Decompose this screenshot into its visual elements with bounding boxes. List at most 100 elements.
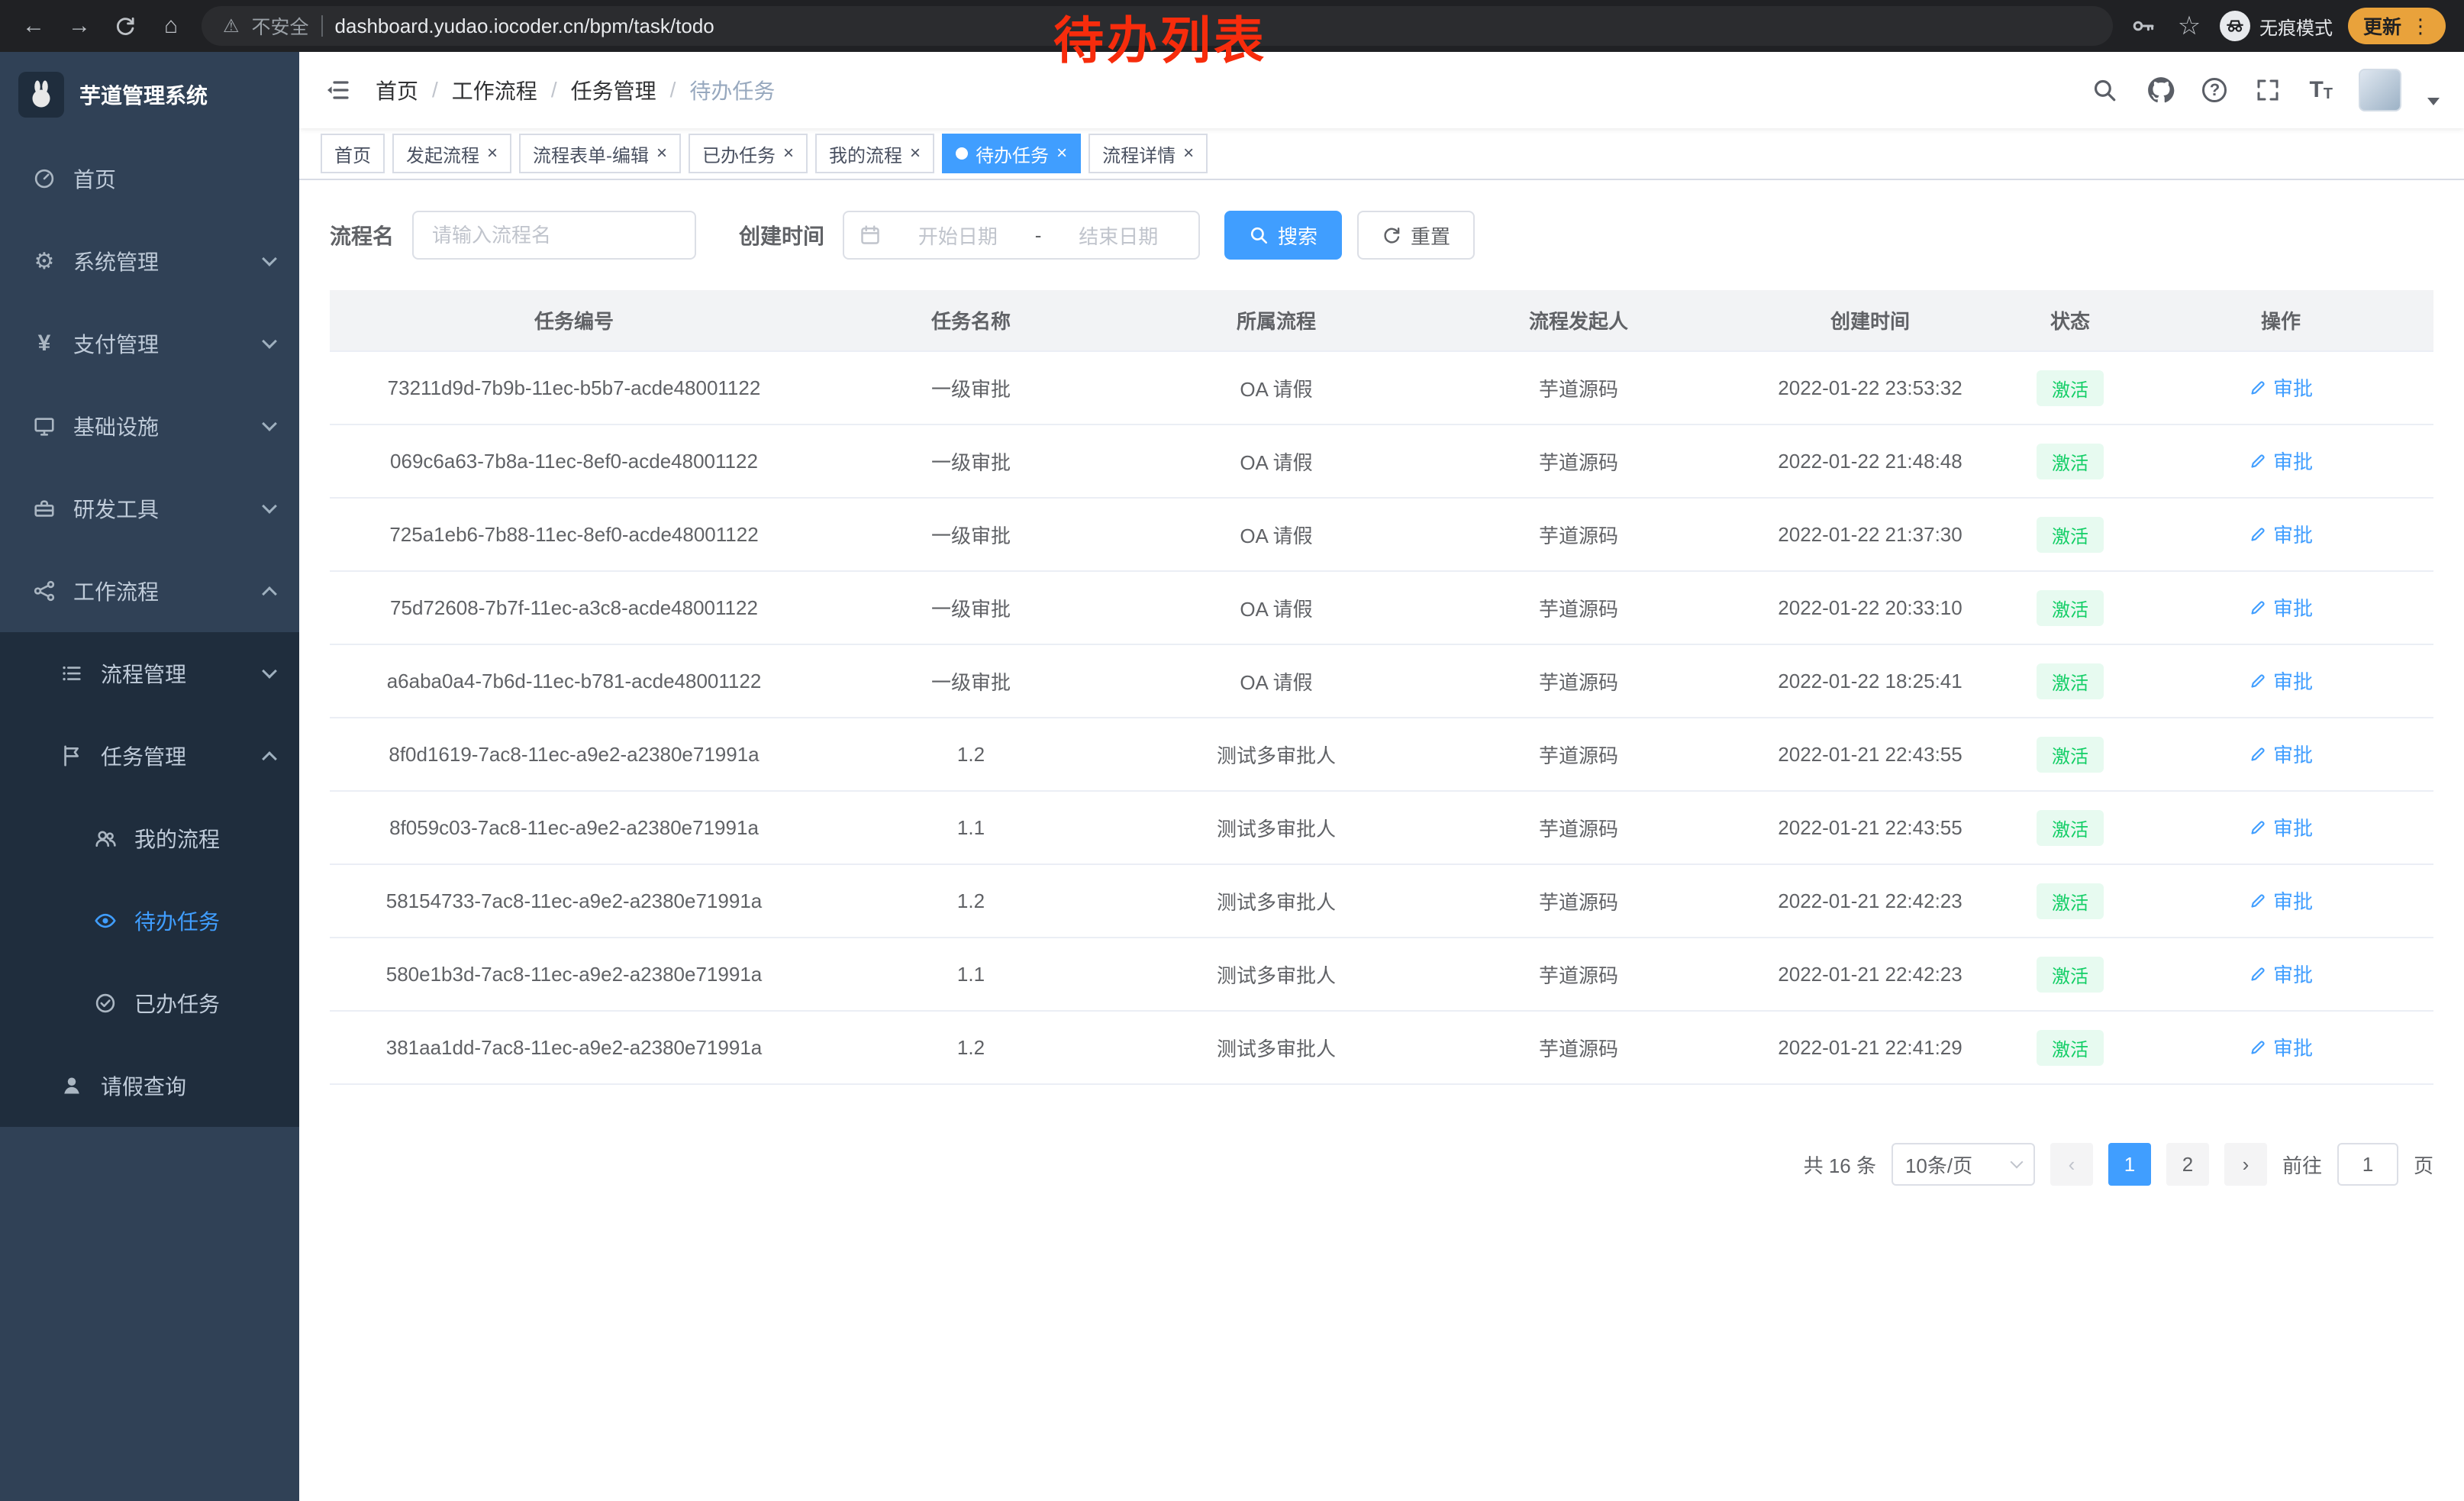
tab-label: 流程详情 <box>1102 140 1176 167</box>
user-icon <box>58 1074 85 1097</box>
cell-task-name: 一级审批 <box>818 644 1124 718</box>
update-button[interactable]: 更新 ⋮ <box>2348 8 2446 44</box>
app-logo[interactable]: 芋道管理系统 <box>0 52 299 137</box>
sidebar-item-done-tasks[interactable]: 已办任务 <box>0 962 299 1044</box>
address-divider <box>321 15 323 37</box>
approve-link[interactable]: 审批 <box>2249 667 2313 695</box>
close-icon[interactable]: × <box>910 143 921 164</box>
breadcrumb-task-management[interactable]: 任务管理 <box>571 75 656 105</box>
breadcrumb-home[interactable]: 首页 <box>376 75 418 105</box>
close-icon[interactable]: × <box>487 143 498 164</box>
goto-label: 前往 <box>2282 1151 2322 1179</box>
tab-process-detail[interactable]: 流程详情 × <box>1088 134 1208 173</box>
cell-process: 测试多审批人 <box>1124 791 1429 864</box>
column-header-status: 状态 <box>2012 290 2128 351</box>
sidebar-toggle-icon[interactable] <box>324 78 351 102</box>
key-icon[interactable] <box>2128 11 2159 41</box>
close-icon[interactable]: × <box>1183 143 1194 164</box>
tab-done-tasks[interactable]: 已办任务 × <box>689 134 808 173</box>
approve-link[interactable]: 审批 <box>2249 813 2313 841</box>
sidebar-item-process-management[interactable]: 流程管理 <box>0 632 299 715</box>
tab-home[interactable]: 首页 <box>321 134 385 173</box>
back-icon[interactable]: ← <box>18 11 49 41</box>
tab-start-process[interactable]: 发起流程 × <box>392 134 511 173</box>
approve-link[interactable]: 审批 <box>2249 886 2313 915</box>
approve-link-label: 审批 <box>2273 813 2313 841</box>
goto-page-input[interactable] <box>2337 1143 2398 1186</box>
page-button-2[interactable]: 2 <box>2166 1143 2209 1186</box>
search-icon[interactable] <box>2089 75 2120 105</box>
approve-link[interactable]: 审批 <box>2249 520 2313 548</box>
approve-link[interactable]: 审批 <box>2249 593 2313 621</box>
page-size-value: 10条/页 <box>1905 1151 1972 1179</box>
sidebar-item-home[interactable]: 首页 <box>0 137 299 220</box>
sidebar-item-label: 待办任务 <box>134 905 220 936</box>
home-icon[interactable]: ⌂ <box>156 11 186 41</box>
sidebar-item-leave-query[interactable]: 请假查询 <box>0 1044 299 1127</box>
breadcrumb-workflow[interactable]: 工作流程 <box>452 75 537 105</box>
cell-process: OA 请假 <box>1124 424 1429 498</box>
github-icon[interactable] <box>2146 75 2176 105</box>
filter-bar: 流程名 创建时间 开始日期 - 结束日期 搜索 重置 <box>330 211 2433 260</box>
approve-link[interactable]: 审批 <box>2249 373 2313 402</box>
browser-menu-icon[interactable]: ⋮ <box>2411 15 2430 38</box>
approve-link[interactable]: 审批 <box>2249 740 2313 768</box>
search-button[interactable]: 搜索 <box>1224 211 1342 260</box>
sidebar-item-workflow[interactable]: 工作流程 <box>0 550 299 632</box>
breadcrumb: 首页 / 工作流程 / 任务管理 / 待办任务 <box>376 75 775 105</box>
page-size-select[interactable]: 10条/页 <box>1892 1143 2035 1186</box>
cell-created: 2022-01-21 22:41:29 <box>1728 1011 2012 1084</box>
edit-icon <box>2249 892 2267 910</box>
column-header-created: 创建时间 <box>1728 290 2012 351</box>
create-time-label: 创建时间 <box>739 220 824 250</box>
sidebar-item-label: 流程管理 <box>101 658 186 689</box>
sidebar-item-payment[interactable]: ¥ 支付管理 <box>0 302 299 385</box>
reset-button[interactable]: 重置 <box>1357 211 1475 260</box>
prev-page-button[interactable]: ‹ <box>2050 1143 2093 1186</box>
help-icon[interactable]: ? <box>2202 78 2227 102</box>
sidebar-item-system[interactable]: ⚙ 系统管理 <box>0 220 299 302</box>
cell-initiator: 芋道源码 <box>1429 351 1728 424</box>
avatar-caret-icon[interactable] <box>2427 98 2440 105</box>
next-page-button[interactable]: › <box>2224 1143 2267 1186</box>
cell-initiator: 芋道源码 <box>1429 938 1728 1011</box>
close-icon[interactable]: × <box>1056 143 1067 164</box>
tab-process-form-edit[interactable]: 流程表单-编辑 × <box>519 134 681 173</box>
search-icon <box>1249 225 1269 245</box>
process-name-input[interactable] <box>412 211 696 260</box>
close-icon[interactable]: × <box>656 143 667 164</box>
yen-icon: ¥ <box>31 331 58 357</box>
pagination: 共 16 条 10条/页 ‹ 1 2 › 前往 页 <box>330 1143 2433 1186</box>
reload-icon[interactable] <box>110 11 140 41</box>
cell-task-id: 8f059c03-7ac8-11ec-a9e2-a2380e71991a <box>330 791 818 864</box>
approve-link[interactable]: 审批 <box>2249 960 2313 988</box>
sidebar-item-label: 基础设施 <box>73 411 159 441</box>
cell-task-id: 069c6a63-7b8a-11ec-8ef0-acde48001122 <box>330 424 818 498</box>
avatar[interactable] <box>2359 69 2401 111</box>
approve-link[interactable]: 审批 <box>2249 447 2313 475</box>
status-badge: 激活 <box>2037 810 2104 846</box>
tab-label: 已办任务 <box>702 140 776 167</box>
approve-link-label: 审批 <box>2273 520 2313 548</box>
cell-initiator: 芋道源码 <box>1429 571 1728 644</box>
forward-icon[interactable]: → <box>64 11 95 41</box>
sidebar-item-todo-tasks[interactable]: 待办任务 <box>0 880 299 962</box>
tab-todo-tasks[interactable]: 待办任务 × <box>942 134 1081 173</box>
fullscreen-icon[interactable] <box>2253 75 2283 105</box>
sidebar-item-my-processes[interactable]: 我的流程 <box>0 797 299 880</box>
font-size-icon[interactable]: TT <box>2309 79 2333 102</box>
approve-link[interactable]: 审批 <box>2249 1033 2313 1061</box>
close-icon[interactable]: × <box>783 143 794 164</box>
bookmark-star-icon[interactable]: ☆ <box>2174 11 2204 41</box>
page-button-1[interactable]: 1 <box>2108 1143 2151 1186</box>
sidebar-item-devtools[interactable]: 研发工具 <box>0 467 299 550</box>
monitor-icon <box>31 415 58 437</box>
sidebar-item-infrastructure[interactable]: 基础设施 <box>0 385 299 467</box>
cell-task-id: 75d72608-7b7f-11ec-a3c8-acde48001122 <box>330 571 818 644</box>
sidebar-item-task-management[interactable]: 任务管理 <box>0 715 299 797</box>
tab-my-processes[interactable]: 我的流程 × <box>815 134 934 173</box>
date-range-picker[interactable]: 开始日期 - 结束日期 <box>843 211 1200 260</box>
status-badge: 激活 <box>2037 444 2104 479</box>
cell-initiator: 芋道源码 <box>1429 424 1728 498</box>
chevron-down-icon <box>262 416 277 431</box>
